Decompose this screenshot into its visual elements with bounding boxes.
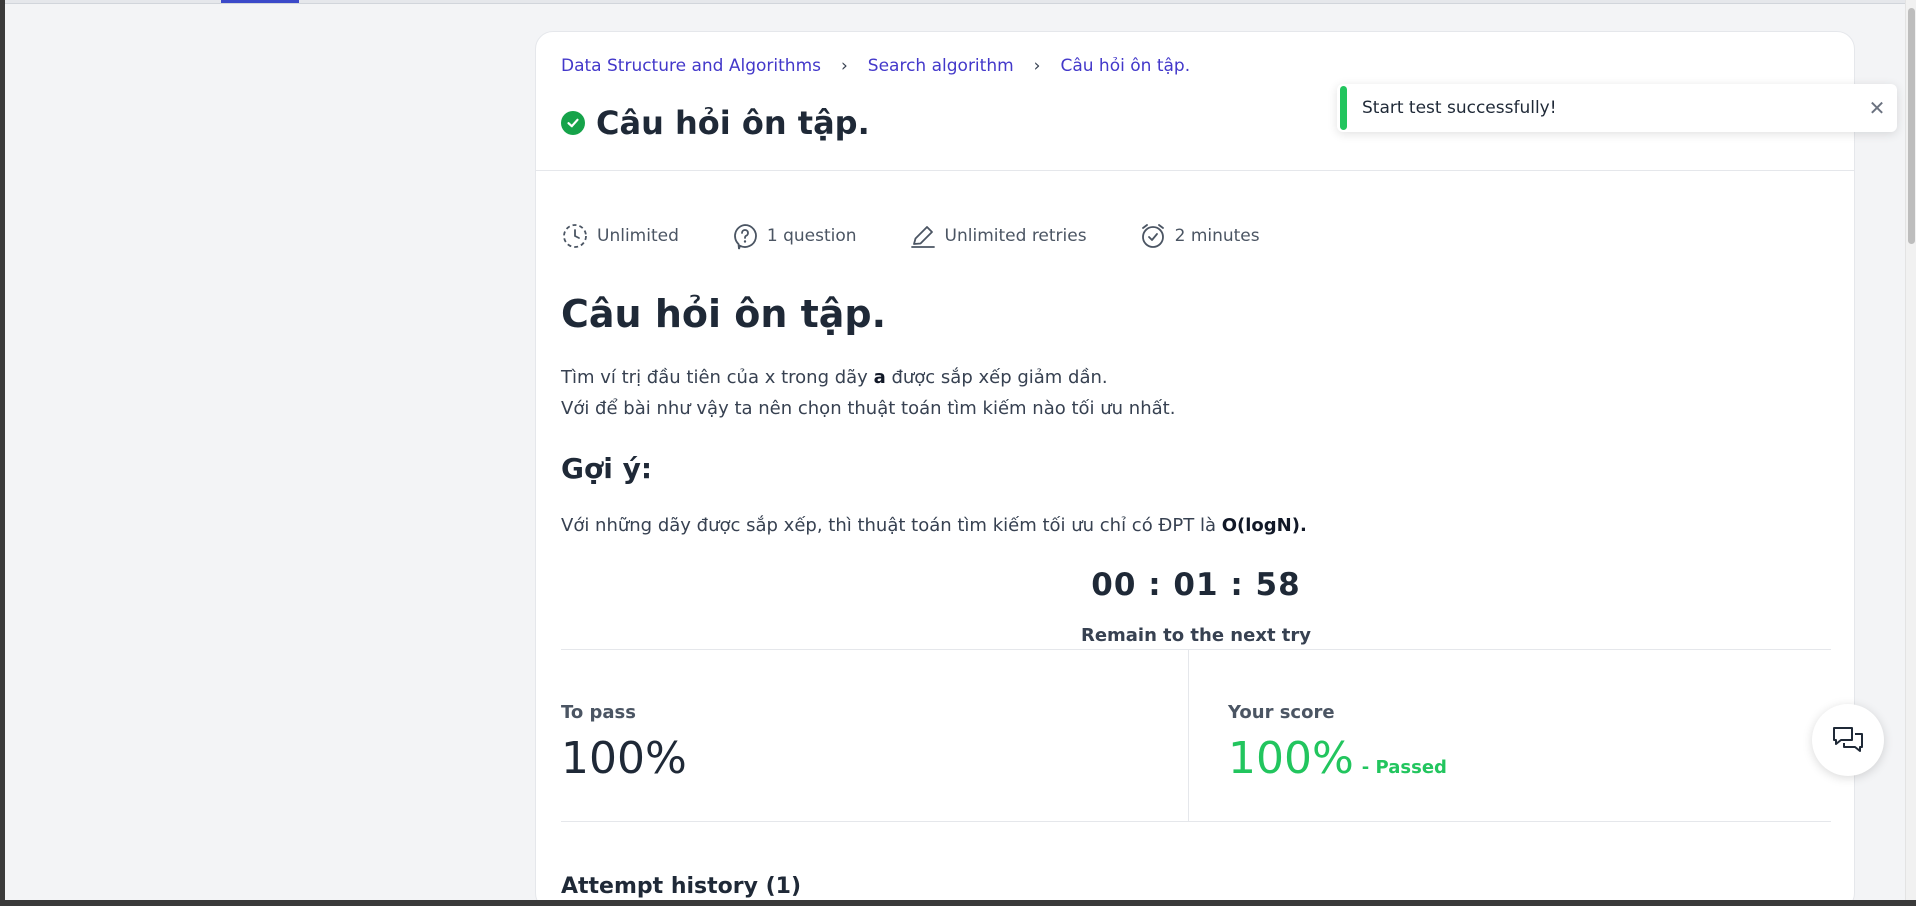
meta-retries: Unlimited retries <box>909 222 1087 250</box>
chevron-right-icon: › <box>840 56 848 76</box>
desc-line1-bold: a <box>873 367 886 388</box>
question-description: Tìm ví trị đầu tiên của x trong dãy a đư… <box>561 362 1831 424</box>
vertical-scrollbar[interactable] <box>1905 0 1916 900</box>
success-toast: Start test successfully! ✕ <box>1337 84 1897 132</box>
chat-button[interactable] <box>1812 704 1884 776</box>
question-heading: Câu hỏi ôn tập. <box>561 292 887 336</box>
hint-text: Với những dãy được sắp xếp, thì thuật to… <box>561 515 1831 536</box>
meta-questions-label: 1 question <box>766 226 857 246</box>
to-pass-value: 100% <box>561 733 687 784</box>
meta-time-limit-label: Unlimited <box>597 226 679 246</box>
question-content: Câu hỏi ôn tập. Tìm ví trị đầu tiên của … <box>561 292 1831 646</box>
question-bubble-icon <box>734 224 757 250</box>
breadcrumb-current[interactable]: Câu hỏi ôn tập. <box>1060 56 1190 76</box>
your-score-section: Your score 100% - Passed <box>1228 702 1447 784</box>
page-title: Câu hỏi ôn tập. <box>596 104 870 142</box>
your-score-value: 100% <box>1228 733 1354 784</box>
hint-pre: Với những dãy được sắp xếp, thì thuật to… <box>561 515 1222 536</box>
hint-bold: O(logN). <box>1221 515 1307 536</box>
page-title-row: Câu hỏi ôn tập. <box>561 104 870 142</box>
meta-retries-label: Unlimited retries <box>944 226 1087 246</box>
window-frame-bottom <box>0 900 1916 906</box>
pencil-icon <box>910 226 935 248</box>
to-pass-section: To pass 100% <box>561 702 687 784</box>
chat-icon <box>1833 727 1863 752</box>
meta-questions: 1 question <box>731 222 857 250</box>
desc-line1-post: được sắp xếp giảm dần. <box>885 367 1108 388</box>
toast-message: Start test successfully! <box>1362 98 1557 118</box>
alarm-clock-icon <box>1141 224 1164 248</box>
scrollbar-thumb[interactable] <box>1908 8 1915 244</box>
score-divider <box>1188 650 1189 822</box>
meta-duration: 2 minutes <box>1139 222 1260 250</box>
hint-title: Gợi ý: <box>561 452 653 485</box>
breadcrumb: Data Structure and Algorithms › Search a… <box>561 56 1190 76</box>
meta-time-limit: Unlimited <box>561 222 679 250</box>
clock-dashed-icon <box>563 224 587 248</box>
quiz-card: Data Structure and Algorithms › Search a… <box>535 31 1855 906</box>
header-divider <box>536 170 1854 171</box>
breadcrumb-topic[interactable]: Search algorithm <box>868 56 1014 76</box>
quiz-meta: Unlimited 1 question Unlimited retries 2… <box>561 222 1312 250</box>
check-circle-icon <box>561 111 585 135</box>
desc-line1-pre: Tìm ví trị đầu tiên của x trong dãy <box>561 367 874 388</box>
close-icon[interactable]: ✕ <box>1857 96 1897 120</box>
chevron-right-icon: › <box>1033 56 1041 76</box>
pass-status: - Passed <box>1361 757 1447 778</box>
your-score-label: Your score <box>1228 702 1335 723</box>
meta-duration-label: 2 minutes <box>1174 226 1260 246</box>
your-score-row: 100% - Passed <box>1228 733 1447 784</box>
to-pass-label: To pass <box>561 702 636 723</box>
retry-countdown-label: Remain to the next try <box>1080 625 1312 646</box>
active-tab-indicator <box>221 0 299 3</box>
desc-line2: Với để bài như vậy ta nên chọn thuật toá… <box>561 398 1176 419</box>
attempt-history-heading[interactable]: Attempt history (1) <box>561 874 801 899</box>
breadcrumb-course[interactable]: Data Structure and Algorithms <box>561 56 821 76</box>
window-frame-left <box>0 0 5 906</box>
score-panel: To pass 100% Your score 100% - Passed <box>561 649 1831 822</box>
toast-accent-bar <box>1340 86 1347 130</box>
retry-countdown: 00 : 01 : 58 <box>1091 567 1301 603</box>
